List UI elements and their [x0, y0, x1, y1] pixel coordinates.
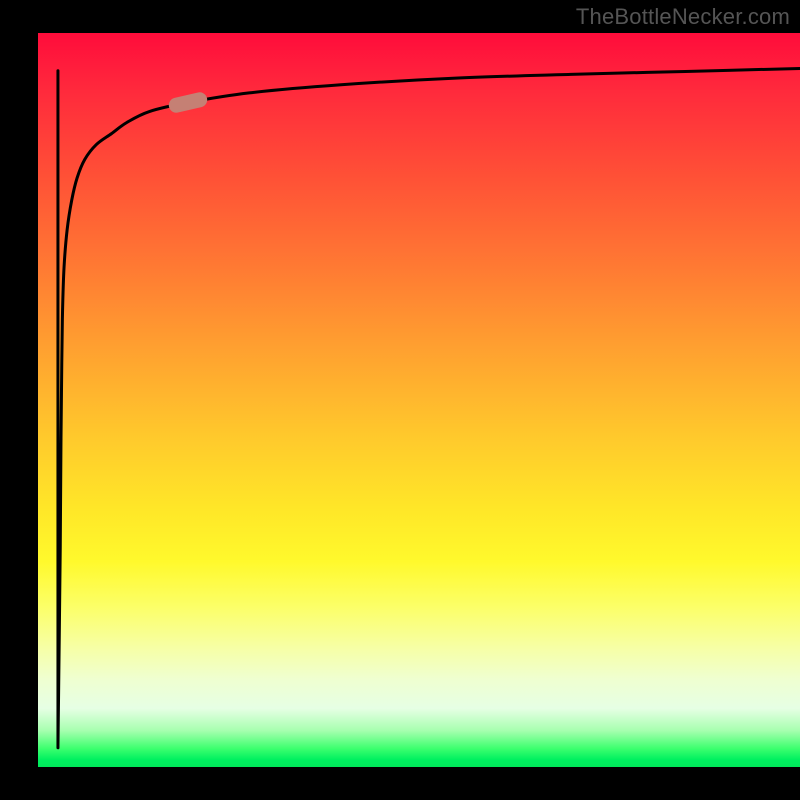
curve-layer: [35, 30, 800, 770]
plot-area: [35, 30, 800, 770]
series-marker: [168, 91, 208, 113]
watermark-label: TheBottleNecker.com: [576, 4, 790, 30]
chart-frame: TheBottleNecker.com: [0, 0, 800, 800]
bottleneck-curve: [58, 68, 800, 747]
